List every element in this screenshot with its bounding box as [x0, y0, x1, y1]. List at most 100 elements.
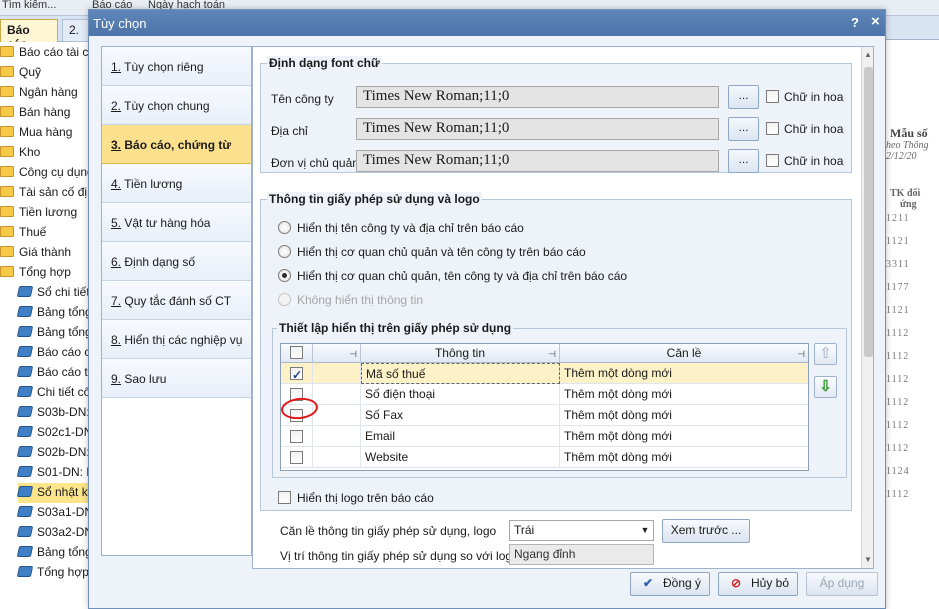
move-down-button[interactable]: ⇩: [814, 376, 837, 398]
column-info-header[interactable]: Thông tin ⊣: [361, 344, 560, 363]
tree-item[interactable]: Tiền lương: [0, 203, 89, 223]
license-info-table: ⊣ Thông tin ⊣ Căn lề ⊣ Mã số thuếThêm mộ…: [280, 343, 809, 471]
table-row[interactable]: Email Thêm một dòng mới: [281, 426, 808, 447]
table-row[interactable]: Mã số thuếThêm một dòng mới: [281, 363, 808, 385]
company-name-uppercase-checkbox[interactable]: [766, 90, 779, 103]
tree-item-label: Chi tiết cô: [37, 385, 90, 399]
company-name-font-button[interactable]: ...: [728, 85, 759, 109]
scroll-down-icon[interactable]: ▼: [864, 555, 872, 564]
radio-company-address[interactable]: [278, 221, 291, 234]
nav-item[interactable]: 1. Tùy chọn riêng: [102, 47, 251, 86]
nav-item[interactable]: 4. Tiền lương: [102, 164, 251, 203]
tree-item[interactable]: S03b-DN:: [16, 403, 89, 423]
nav-item[interactable]: 7. Quy tắc đánh số CT: [102, 281, 251, 320]
row-info-cell[interactable]: Số điện thoại: [361, 384, 560, 405]
radio-parent-company-address[interactable]: [278, 269, 291, 282]
close-icon[interactable]: ×: [871, 13, 880, 30]
tab-2[interactable]: 2.: [62, 19, 90, 42]
scroll-up-icon[interactable]: ▲: [864, 50, 872, 59]
tree-item[interactable]: Kho: [0, 143, 89, 163]
row-checkbox[interactable]: [290, 430, 303, 443]
table-row[interactable]: Số điện thoại Thêm một dòng mới: [281, 384, 808, 405]
nav-item[interactable]: 6. Định dạng số: [102, 242, 251, 281]
row-align-cell[interactable]: Thêm một dòng mới: [560, 405, 808, 426]
parent-unit-font-field[interactable]: Times New Roman;11;0: [356, 150, 719, 172]
tree-item[interactable]: Báo cáo c: [16, 343, 89, 363]
tree-item-label: Báo cáo tài ch: [19, 45, 90, 59]
help-icon[interactable]: ?: [851, 15, 859, 30]
preview-number: 3311: [886, 259, 910, 270]
pin-icon[interactable]: ⊣: [797, 345, 805, 363]
align-select[interactable]: Trái ▼: [509, 520, 654, 541]
row-align-cell[interactable]: Thêm một dòng mới: [560, 426, 808, 447]
tree-item[interactable]: Thuế: [0, 223, 89, 243]
scrollbar-thumb[interactable]: [864, 67, 873, 357]
row-align-cell[interactable]: Thêm một dòng mới: [560, 384, 808, 405]
address-font-field[interactable]: Times New Roman;11;0: [356, 118, 719, 140]
preview-button[interactable]: Xem trước ...: [662, 519, 750, 543]
preview-col-header-2: ứng: [900, 199, 917, 210]
tree-item[interactable]: Tổng hợp: [0, 263, 89, 283]
tree-item[interactable]: Tài sản cố đị: [0, 183, 89, 203]
tree-item[interactable]: Báo cáo tổ: [16, 363, 89, 383]
row-checkbox[interactable]: [290, 365, 303, 385]
row-checkbox[interactable]: [290, 451, 303, 464]
radio-hide-info[interactable]: [278, 293, 291, 306]
tree-item[interactable]: Công cụ dụng: [0, 163, 89, 183]
tree-item[interactable]: S03a1-DN: [16, 503, 89, 523]
nav-item[interactable]: 2. Tùy chọn chung: [102, 86, 251, 125]
tree-item[interactable]: S02b-DN:: [16, 443, 89, 463]
tree-item[interactable]: S01-DN: N: [16, 463, 89, 483]
tree-item[interactable]: Chi tiết cô: [16, 383, 90, 403]
preview-header: [886, 16, 939, 40]
chevron-down-icon[interactable]: ▼: [637, 521, 653, 540]
tree-item[interactable]: Bán hàng: [0, 103, 89, 123]
row-spacer-cell: [313, 405, 361, 426]
tree-item[interactable]: Sổ chi tiết: [16, 283, 89, 303]
tree-item[interactable]: Giá thành: [0, 243, 89, 263]
tree-item[interactable]: Bảng tổng: [16, 543, 89, 563]
show-logo-checkbox[interactable]: [278, 491, 291, 504]
select-all-checkbox[interactable]: [290, 346, 303, 359]
dialog-titlebar[interactable]: Tùy chọn ? ×: [89, 10, 885, 36]
table-row[interactable]: Số Fax Thêm một dòng mới: [281, 405, 808, 426]
row-info-cell[interactable]: Website: [361, 447, 560, 468]
move-up-button[interactable]: ⇧: [814, 343, 837, 365]
tree-item[interactable]: S02c1-DN: [16, 423, 89, 443]
pin-icon[interactable]: ⊣: [548, 345, 556, 363]
tree-item[interactable]: Bảng tổng: [16, 303, 89, 323]
radio-parent-company[interactable]: [278, 245, 291, 258]
row-align-cell[interactable]: Thêm một dòng mới: [560, 447, 808, 468]
parent-unit-font-button[interactable]: ...: [728, 149, 759, 173]
tree-item[interactable]: Báo cáo tài ch: [0, 43, 90, 63]
row-info-cell[interactable]: Số Fax: [361, 405, 560, 426]
pin-icon[interactable]: ⊣: [349, 345, 357, 363]
nav-item[interactable]: 3. Báo cáo, chứng từ: [102, 125, 251, 164]
tree-item[interactable]: Ngân hàng: [0, 83, 89, 103]
tree-item[interactable]: Bảng tổng: [16, 323, 89, 343]
tree-item[interactable]: Sổ nhật ký: [16, 483, 89, 503]
nav-item[interactable]: 8. Hiển thị các nghiệp vụ: [102, 320, 251, 359]
nav-item[interactable]: 9. Sao lưu: [102, 359, 251, 398]
row-info-cell[interactable]: Email: [361, 426, 560, 447]
tree-item[interactable]: Quỹ: [0, 63, 89, 83]
cancel-button[interactable]: ⊘ Hủy bỏ: [718, 572, 798, 596]
nav-item[interactable]: 5. Vật tư hàng hóa: [102, 203, 251, 242]
company-name-font-field[interactable]: Times New Roman;11;0: [356, 86, 719, 108]
content-scrollbar[interactable]: ▲ ▼: [861, 47, 873, 568]
address-font-button[interactable]: ...: [728, 117, 759, 141]
row-align-cell[interactable]: Thêm một dòng mới: [560, 363, 808, 384]
tree-item[interactable]: Tổng hợp: [16, 563, 89, 583]
table-row[interactable]: Website Thêm một dòng mới: [281, 447, 808, 468]
tab-bao-cao[interactable]: Báo cáo: [0, 19, 58, 51]
search-label[interactable]: Tìm kiếm...: [2, 0, 56, 11]
column-align-header[interactable]: Căn lề ⊣: [560, 344, 808, 363]
tree-item[interactable]: Mua hàng: [0, 123, 89, 143]
parent-unit-uppercase-checkbox[interactable]: [766, 154, 779, 167]
tree-item[interactable]: S03a2-DN: [16, 523, 89, 543]
company-name-label: Tên công ty: [271, 92, 334, 106]
apply-button[interactable]: Áp dụng: [806, 572, 878, 596]
row-info-cell[interactable]: Mã số thuế: [361, 363, 560, 384]
address-uppercase-checkbox[interactable]: [766, 122, 779, 135]
ok-button[interactable]: ✔ Đồng ý: [630, 572, 710, 596]
